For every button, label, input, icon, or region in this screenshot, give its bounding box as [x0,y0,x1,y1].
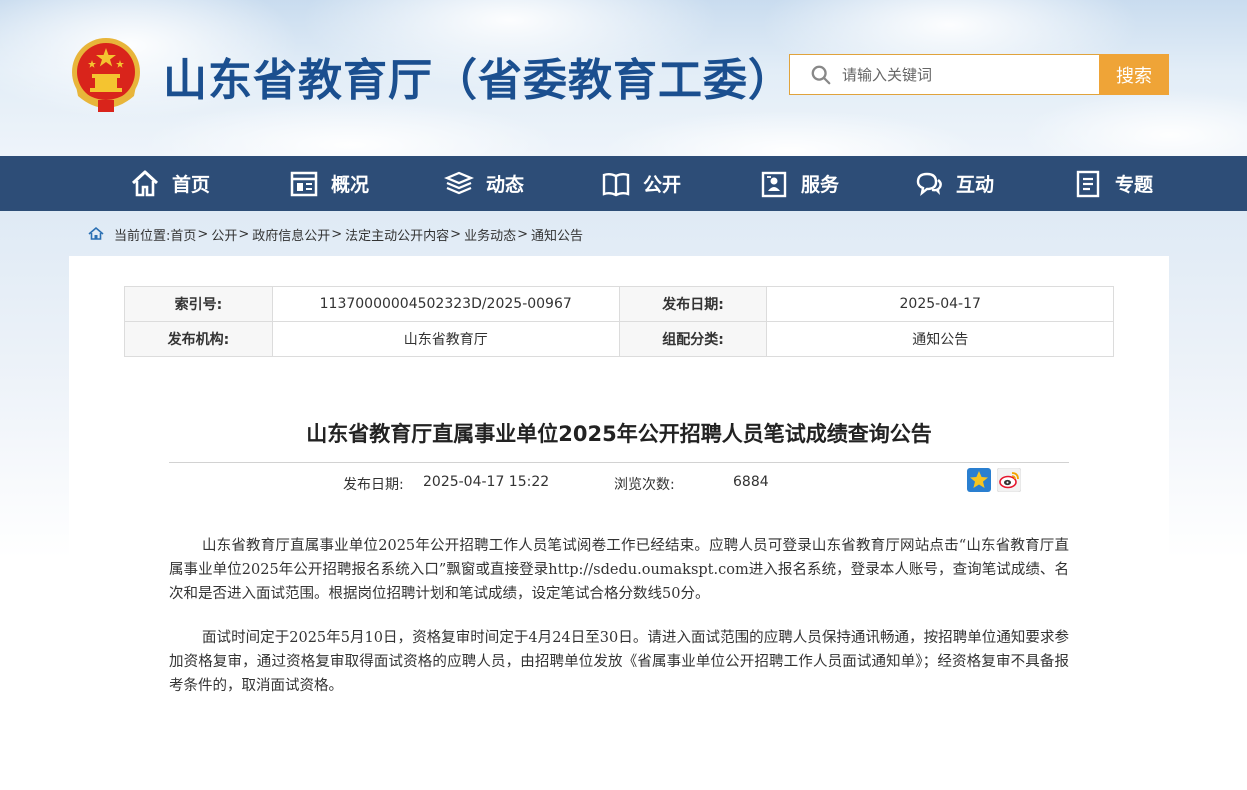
nav-item-overview[interactable]: 概况 [289,156,369,211]
index-label: 索引号: [124,286,273,322]
nav-label: 互动 [956,174,995,196]
article-paragraph-2: 面试时间定于2025年5月10日，资格复审时间定于4月24日至30日。请进入面试… [169,630,1069,694]
nav-label: 公开 [643,174,682,196]
main-nav: 首页 概况 动态 公开 服务 互动 专题 [0,156,1247,211]
breadcrumb-statutory[interactable]: 法定主动公开内容 [345,225,449,244]
breadcrumb-business[interactable]: 业务动态 [464,225,516,244]
views-value: 6884 [733,474,769,490]
nav-item-topic[interactable]: 专题 [1073,156,1153,211]
index-value: 11370000004502323D/2025-00967 [271,286,620,322]
site-title: 山东省教育厅（省委教育工委） [163,55,793,106]
category-value: 通知公告 [766,321,1114,357]
org-label: 发布机构: [124,321,273,357]
date-value: 2025-04-17 [766,286,1114,322]
breadcrumb-separator: > [238,226,250,242]
document-meta-table: 索引号: 11370000004502323D/2025-00967 发布日期:… [124,286,1114,357]
open-book-icon [602,172,630,196]
search-box [789,54,1099,95]
nav-label: 概况 [331,174,370,196]
breadcrumb-gov-info[interactable]: 政府信息公开 [252,225,330,244]
nav-item-open[interactable]: 公开 [601,156,681,211]
weibo-share-icon[interactable] [997,468,1021,492]
breadcrumb: 当前位置: 首页 > 公开 > 政府信息公开 > 法定主动公开内容 > 业务动态… [88,224,583,244]
breadcrumb-open[interactable]: 公开 [211,225,237,244]
service-doc-icon [761,171,787,197]
breadcrumb-separator: > [331,226,343,242]
search-input[interactable] [842,59,1082,90]
breadcrumb-prefix: 当前位置: [114,228,171,244]
overview-icon [290,171,318,196]
title-divider [169,462,1069,463]
publish-label: 发布日期: [343,477,404,493]
breadcrumb-separator: > [450,226,462,242]
nav-item-service[interactable]: 服务 [759,156,839,211]
breadcrumb-separator: > [197,226,209,242]
chat-bubbles-icon [916,172,942,196]
article-title: 山东省教育厅直属事业单位2025年公开招聘人员笔试成绩查询公告 [306,422,932,446]
site-header: 山东省教育厅（省委教育工委） 搜索 [0,0,1247,156]
search-icon [811,65,831,84]
search-button[interactable]: 搜索 [1099,54,1169,95]
nav-label: 首页 [172,174,211,196]
national-emblem-icon [72,38,140,112]
nav-item-interact[interactable]: 互动 [914,156,994,211]
qzone-share-icon[interactable] [967,468,991,492]
nav-label: 服务 [801,174,840,196]
nav-label: 专题 [1115,174,1154,196]
home-icon [131,170,159,196]
nav-item-home[interactable]: 首页 [130,156,210,211]
breadcrumb-home[interactable]: 首页 [170,225,196,244]
category-label: 组配分类: [618,321,768,357]
org-value: 山东省教育厅 [271,321,620,357]
article-paragraph-1: 山东省教育厅直属事业单位2025年公开招聘工作人员笔试阅卷工作已经结束。应聘人员… [169,538,1069,602]
breadcrumb-home-icon [88,226,104,240]
publish-value: 2025-04-17 15:22 [423,474,550,490]
breadcrumb-notice[interactable]: 通知公告 [531,225,583,244]
table-row: 索引号: 11370000004502323D/2025-00967 发布日期:… [124,286,1114,322]
table-row: 发布机构: 山东省教育厅 组配分类: 通知公告 [124,321,1114,357]
nav-label: 动态 [486,174,525,196]
breadcrumb-separator: > [517,226,528,242]
date-label: 发布日期: [618,286,768,322]
news-stack-icon [444,171,474,194]
topic-doc-icon [1076,170,1100,197]
nav-item-news[interactable]: 动态 [444,156,524,211]
views-label: 浏览次数: [614,477,675,493]
